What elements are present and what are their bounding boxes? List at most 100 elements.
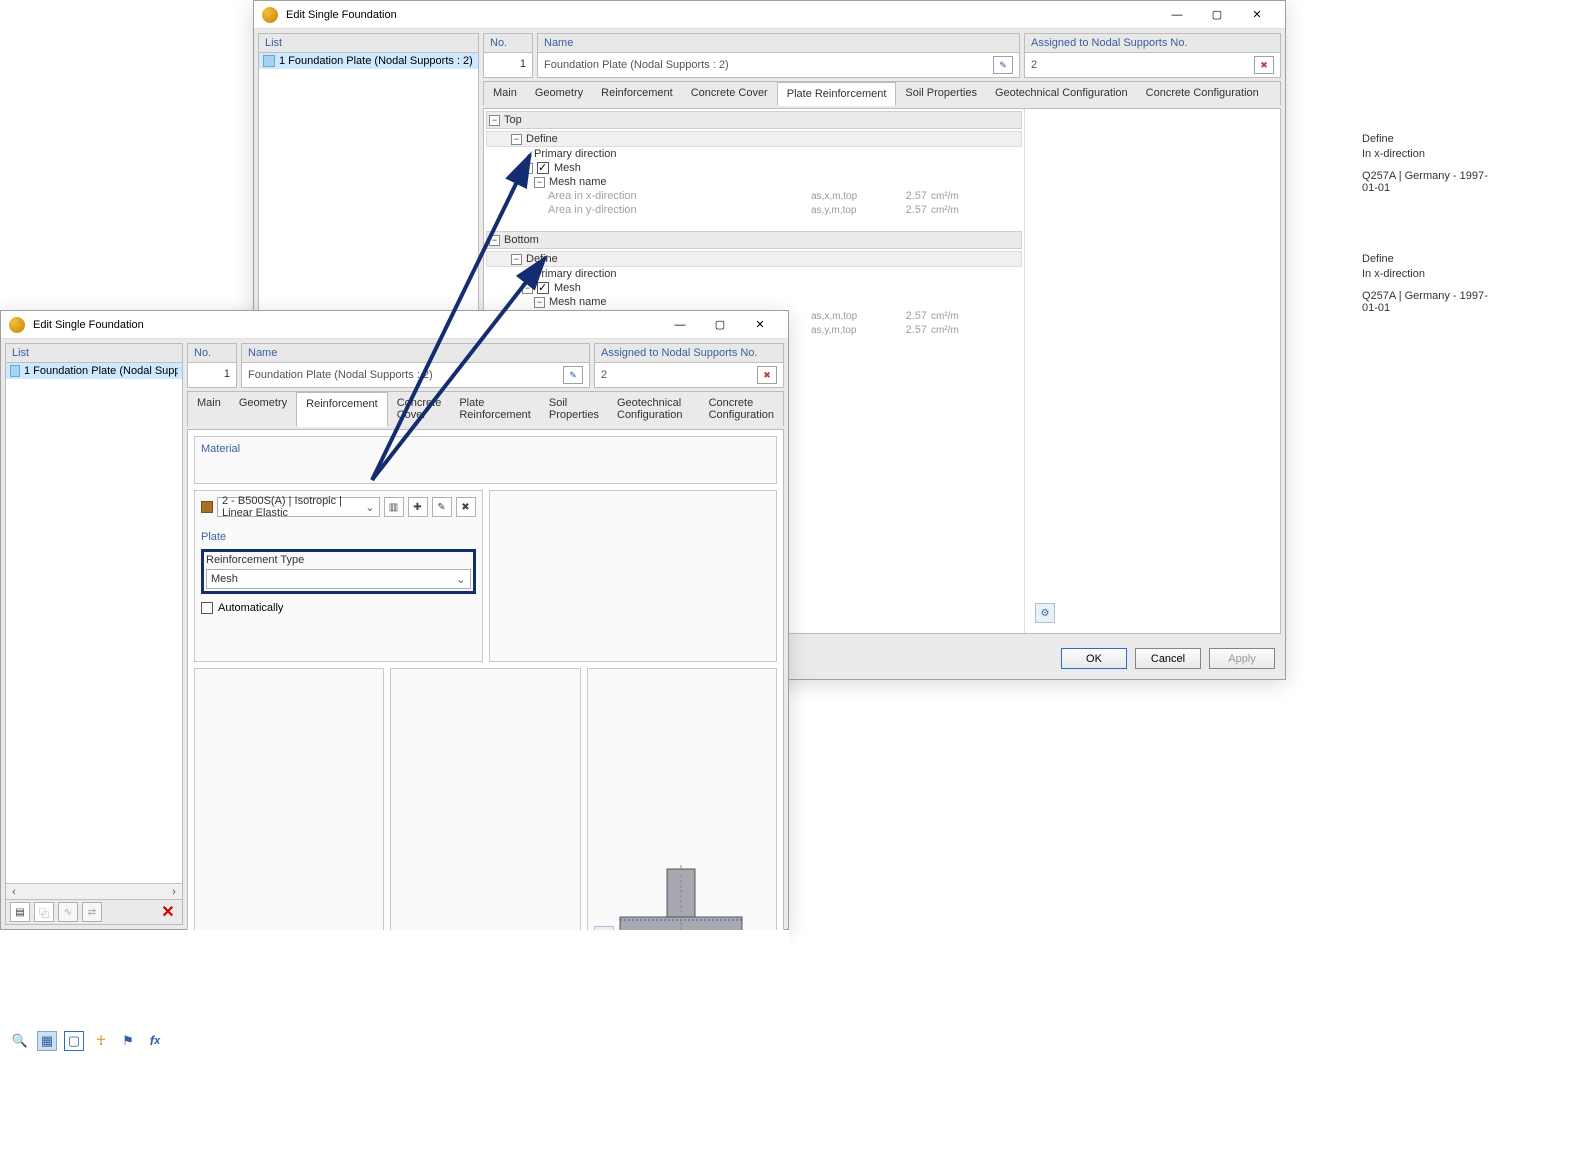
edit-name-icon[interactable]: ✎ (563, 366, 583, 384)
expander-icon[interactable]: − (489, 115, 500, 126)
no-value[interactable]: 1 (224, 368, 230, 380)
expander-icon[interactable]: − (534, 297, 545, 308)
edit-name-icon[interactable]: ✎ (993, 56, 1013, 74)
assigned-value[interactable]: 2 (601, 369, 607, 381)
horizontal-scrollbar[interactable]: ‹› (6, 883, 182, 899)
material-label: Material (201, 443, 770, 455)
list-header: List (6, 344, 182, 363)
close-button[interactable]: ✕ (740, 312, 780, 338)
new-item-icon[interactable]: ▤ (10, 902, 30, 922)
automatically-row[interactable]: Automatically (201, 602, 476, 614)
reinforcement-type-value: Mesh (211, 573, 238, 585)
chevron-down-icon: ⌄ (365, 501, 374, 514)
tree-value: 2.57cm²/m (899, 324, 959, 336)
function-icon[interactable]: fx (145, 1031, 165, 1051)
minimize-button[interactable]: ― (660, 312, 700, 338)
row-primary-bottom[interactable]: Primary direction In x-direction (486, 267, 1022, 281)
tab-soil-properties[interactable]: Soil Properties (896, 82, 986, 105)
layout-icon[interactable]: ▢ (64, 1031, 84, 1051)
material-edit-icon[interactable]: ✎ (432, 497, 452, 517)
preview-settings-icon[interactable]: ⚙ (1035, 603, 1055, 623)
row-meshname-bottom[interactable]: − Mesh name Q257A | Germany - 1997-01-01 (486, 295, 1022, 309)
expander-icon[interactable]: − (511, 254, 522, 265)
tab-concrete-cover[interactable]: Concrete Cover (388, 392, 451, 426)
tree-label: Define (526, 133, 558, 145)
chevron-down-icon: ⌄ (456, 573, 465, 586)
titlebar[interactable]: Edit Single Foundation ― ▢ ✕ (254, 1, 1285, 29)
row-mesh-bottom[interactable]: − Mesh (486, 281, 1022, 295)
list-toolbar: ▤ ⿻ ∿ ⇄ ✕ (6, 899, 182, 924)
tree-value: In x-direction (1362, 148, 1492, 160)
assigned-value[interactable]: 2 (1031, 59, 1037, 71)
list-pane: List 1 Foundation Plate (Nodal Supports … (5, 343, 183, 925)
pick-supports-icon[interactable]: ✖ (757, 366, 777, 384)
tab-plate-reinforcement[interactable]: Plate Reinforcement (777, 82, 897, 106)
row-define-bottom[interactable]: − Define Define (486, 251, 1022, 267)
copy-item-icon[interactable]: ⿻ (34, 902, 54, 922)
expander-icon[interactable]: − (534, 177, 545, 188)
cancel-button[interactable]: Cancel (1135, 648, 1201, 669)
close-button[interactable]: ✕ (1237, 2, 1277, 28)
tree-label: Primary direction (534, 268, 617, 280)
tool-icon[interactable]: ∿ (58, 902, 78, 922)
tool-icon[interactable]: ⇄ (82, 902, 102, 922)
tab-soil-properties[interactable]: Soil Properties (540, 392, 608, 426)
tab-main[interactable]: Main (188, 392, 230, 426)
reinforcement-type-dropdown[interactable]: Mesh ⌄ (206, 569, 471, 589)
maximize-button[interactable]: ▢ (700, 312, 740, 338)
tab-geotech-config[interactable]: Geotechnical Configuration (608, 392, 700, 426)
tab-geometry[interactable]: Geometry (526, 82, 592, 105)
calc-icon[interactable]: ▦ (37, 1031, 57, 1051)
window-title: Edit Single Foundation (286, 9, 1157, 21)
row-define-top[interactable]: − Define Define (486, 131, 1022, 147)
material-panel: Material (194, 436, 777, 484)
expander-icon[interactable]: − (522, 283, 533, 294)
tab-concrete-config[interactable]: Concrete Configuration (700, 392, 783, 426)
no-value[interactable]: 1 (520, 58, 526, 70)
tab-plate-reinforcement[interactable]: Plate Reinforcement (450, 392, 540, 426)
mesh-checkbox[interactable] (537, 282, 549, 294)
item-type-icon (263, 55, 275, 67)
automatically-checkbox[interactable] (201, 602, 213, 614)
row-mesh-top[interactable]: − Mesh (486, 161, 1022, 175)
delete-icon[interactable]: ✕ (158, 902, 178, 922)
minimize-button[interactable]: ― (1157, 2, 1197, 28)
material-library-icon[interactable]: ▥ (384, 497, 404, 517)
expander-icon[interactable]: − (489, 235, 500, 246)
list-item-label: 1 Foundation Plate (Nodal Supports : 2) (279, 55, 473, 67)
search-icon[interactable]: 🔍 (10, 1031, 30, 1051)
param-symbol: as,x,m,top (811, 191, 857, 202)
tree-label: Mesh (554, 162, 581, 174)
list-item[interactable]: 1 Foundation Plate (Nodal Supports : 2) (259, 53, 478, 69)
row-primary-top[interactable]: Primary direction In x-direction (486, 147, 1022, 161)
material-new-icon[interactable]: ✚ (408, 497, 428, 517)
list-item[interactable]: 1 Foundation Plate (Nodal Supports : 2) (6, 363, 182, 379)
section-bottom[interactable]: − Bottom (486, 231, 1022, 249)
person-icon[interactable]: ☥ (91, 1031, 111, 1051)
tab-concrete-config[interactable]: Concrete Configuration (1137, 82, 1268, 105)
name-value[interactable]: Foundation Plate (Nodal Supports : 2) (544, 59, 729, 71)
apply-button[interactable]: Apply (1209, 648, 1275, 669)
ok-button[interactable]: OK (1061, 648, 1127, 669)
tab-concrete-cover[interactable]: Concrete Cover (682, 82, 777, 105)
tab-reinforcement[interactable]: Reinforcement (296, 392, 388, 427)
assigned-field: Assigned to Nodal Supports No. 2 ✖ (594, 343, 784, 388)
tab-geometry[interactable]: Geometry (230, 392, 296, 426)
material-delete-icon[interactable]: ✖ (456, 497, 476, 517)
maximize-button[interactable]: ▢ (1197, 2, 1237, 28)
expander-icon[interactable]: − (511, 134, 522, 145)
name-value[interactable]: Foundation Plate (Nodal Supports : 2) (248, 369, 433, 381)
expander-icon[interactable]: − (522, 163, 533, 174)
no-label: No. (188, 344, 236, 363)
section-top[interactable]: − Top (486, 111, 1022, 129)
tab-geotech-config[interactable]: Geotechnical Configuration (986, 82, 1137, 105)
tab-main[interactable]: Main (484, 82, 526, 105)
pick-supports-icon[interactable]: ✖ (1254, 56, 1274, 74)
item-type-icon (10, 365, 20, 377)
flag-icon[interactable]: ⚑ (118, 1031, 138, 1051)
material-dropdown[interactable]: 2 - B500S(A) | Isotropic | Linear Elasti… (217, 497, 380, 517)
row-meshname-top[interactable]: − Mesh name Q257A | Germany - 1997-01-01 (486, 175, 1022, 189)
tab-reinforcement[interactable]: Reinforcement (592, 82, 682, 105)
titlebar[interactable]: Edit Single Foundation ― ▢ ✕ (1, 311, 788, 339)
mesh-checkbox[interactable] (537, 162, 549, 174)
